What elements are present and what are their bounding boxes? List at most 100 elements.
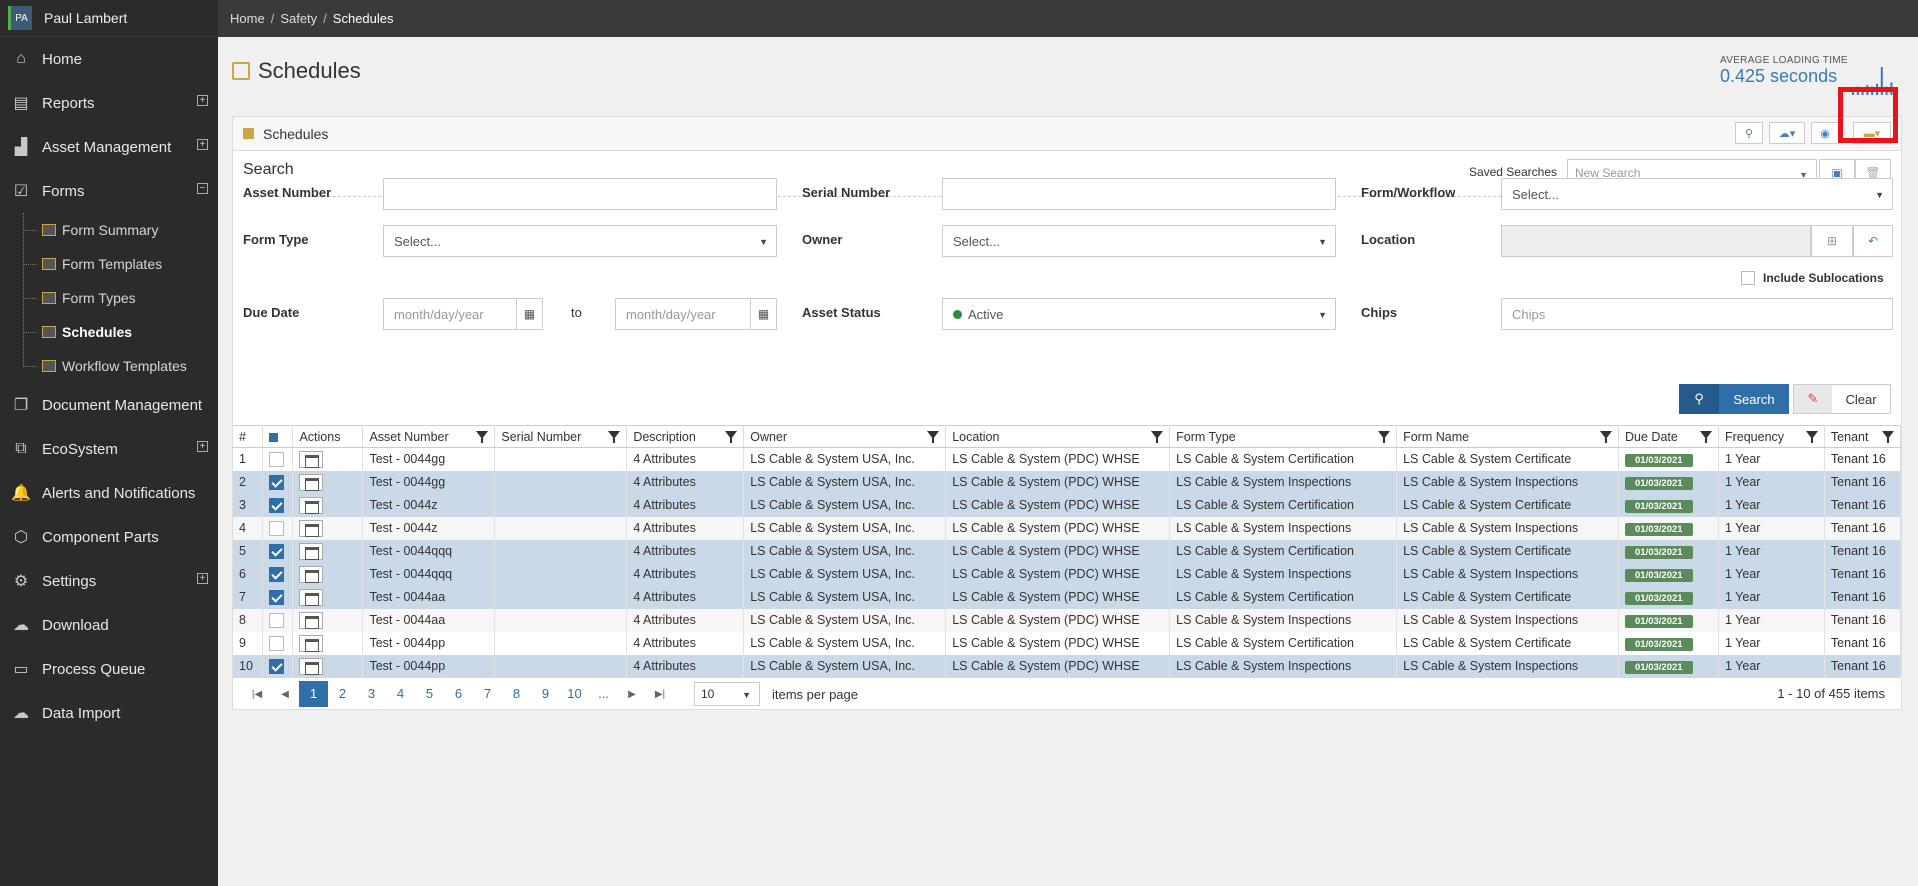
- row-checkbox[interactable]: [269, 451, 285, 467]
- page-size-select[interactable]: 10 ▼: [694, 682, 760, 706]
- location-reset-button[interactable]: ↶: [1853, 225, 1893, 257]
- expand-icon[interactable]: +: [197, 441, 208, 452]
- nav-item-data-import[interactable]: ☁ Data Import: [0, 691, 218, 735]
- row-checkbox[interactable]: [269, 497, 285, 513]
- row-checkbox[interactable]: [269, 658, 285, 674]
- table-row[interactable]: 10 Test - 0044pp 4 Attributes LS Cable & Sy…: [233, 654, 1902, 678]
- expand-icon[interactable]: −: [197, 183, 208, 194]
- page-8[interactable]: 8: [502, 681, 531, 707]
- nav-item-process-queue[interactable]: ▭ Process Queue: [0, 647, 218, 691]
- export-button[interactable]: ☁▾: [1769, 122, 1805, 144]
- column-header[interactable]: Due Date: [1618, 425, 1719, 448]
- column-header[interactable]: Form Type: [1169, 425, 1398, 448]
- expand-icon[interactable]: +: [197, 139, 208, 150]
- last-page-icon[interactable]: ▶|: [646, 689, 674, 700]
- table-row[interactable]: 8 Test - 0044aa 4 Attributes LS Cable & Sys…: [233, 608, 1902, 632]
- owner-select[interactable]: Select... ▼: [942, 225, 1336, 257]
- row-action-icon[interactable]: [299, 542, 324, 560]
- nav-item-forms[interactable]: ☑ Forms −: [0, 169, 218, 213]
- serial-number-input[interactable]: [942, 178, 1336, 210]
- search-button[interactable]: ⚲ Search: [1679, 384, 1789, 414]
- column-header[interactable]: Asset Number: [362, 425, 496, 448]
- row-checkbox[interactable]: [269, 566, 285, 582]
- row-action-icon[interactable]: [299, 519, 324, 537]
- page-7[interactable]: 7: [473, 681, 502, 707]
- row-action-icon[interactable]: [299, 450, 324, 468]
- nav-item-download[interactable]: ☁ Download: [0, 603, 218, 647]
- column-header[interactable]: Tenant: [1824, 425, 1902, 448]
- nav-item-asset-management[interactable]: ▟ Asset Management +: [0, 125, 218, 169]
- search-toggle-button[interactable]: ⚲: [1735, 122, 1763, 144]
- breadcrumb-safety[interactable]: Safety: [280, 11, 317, 26]
- submenu-item-form-summary[interactable]: Form Summary: [23, 213, 218, 247]
- table-row[interactable]: 6 Test - 0044qqq 4 Attributes LS Cable & Sy…: [233, 562, 1902, 586]
- column-header[interactable]: Frequency: [1718, 425, 1825, 448]
- row-checkbox[interactable]: [269, 543, 285, 559]
- first-page-icon[interactable]: |◀: [243, 689, 271, 700]
- next-page-icon[interactable]: ▶: [618, 689, 646, 700]
- filter-icon[interactable]: [1600, 431, 1613, 443]
- filter-icon[interactable]: [476, 431, 489, 443]
- nav-item-reports[interactable]: ▤ Reports +: [0, 81, 218, 125]
- table-row[interactable]: 4 Test - 0044z 4 Attributes LS Cable & Syst…: [233, 516, 1902, 540]
- row-action-icon[interactable]: [299, 657, 324, 675]
- row-action-icon[interactable]: [299, 565, 324, 583]
- page-2[interactable]: 2: [328, 681, 357, 707]
- submenu-item-form-templates[interactable]: Form Templates: [23, 247, 218, 281]
- clear-button[interactable]: ✎ Clear: [1793, 384, 1891, 414]
- user-profile[interactable]: PA Paul Lambert: [0, 0, 218, 37]
- row-checkbox[interactable]: [269, 520, 285, 536]
- row-action-icon[interactable]: [299, 496, 324, 514]
- filter-icon[interactable]: [1151, 431, 1164, 443]
- column-header[interactable]: Serial Number: [494, 425, 628, 448]
- page-6[interactable]: 6: [444, 681, 473, 707]
- table-row[interactable]: 5 Test - 0044qqq 4 Attributes LS Cable & Sy…: [233, 539, 1902, 563]
- row-checkbox[interactable]: [269, 589, 285, 605]
- filter-icon[interactable]: [608, 431, 621, 443]
- table-row[interactable]: 9 Test - 0044pp 4 Attributes LS Cable & Sys…: [233, 631, 1902, 655]
- calendar-icon[interactable]: ▦: [750, 299, 776, 329]
- form-workflow-select[interactable]: Select... ▼: [1501, 178, 1893, 210]
- calendar-icon[interactable]: ▦: [516, 299, 542, 329]
- form-type-select[interactable]: Select... ▼: [383, 225, 777, 257]
- due-date-to-input[interactable]: month/day/year ▦: [615, 298, 777, 330]
- submenu-item-workflow-templates[interactable]: Workflow Templates: [23, 349, 218, 383]
- row-action-icon[interactable]: [299, 634, 324, 652]
- location-tree-button[interactable]: ⊞: [1811, 225, 1853, 257]
- row-action-icon[interactable]: [299, 588, 324, 606]
- row-checkbox[interactable]: [269, 612, 285, 628]
- page-3[interactable]: 3: [357, 681, 386, 707]
- page-1[interactable]: 1: [299, 681, 328, 707]
- select-all-checkbox[interactable]: [262, 425, 294, 448]
- table-row[interactable]: 3 Test - 0044z 4 Attributes LS Cable & Syst…: [233, 493, 1902, 517]
- filter-icon[interactable]: [1699, 431, 1712, 443]
- asset-number-input[interactable]: [383, 178, 777, 210]
- row-checkbox[interactable]: [269, 635, 285, 651]
- nav-item-settings[interactable]: ⚙ Settings +: [0, 559, 218, 603]
- filter-icon[interactable]: [725, 431, 738, 443]
- expand-icon[interactable]: +: [197, 95, 208, 106]
- page-9[interactable]: 9: [531, 681, 560, 707]
- asset-status-select[interactable]: Active ▼: [942, 298, 1336, 330]
- nav-item-ecosystem[interactable]: ⧉ EcoSystem +: [0, 427, 218, 471]
- table-row[interactable]: 1 Test - 0044gg 4 Attributes LS Cable & Sys…: [233, 447, 1902, 471]
- location-input[interactable]: [1501, 225, 1811, 257]
- chips-input[interactable]: Chips: [1501, 298, 1893, 330]
- nav-item-component-parts[interactable]: ⬡ Component Parts: [0, 515, 218, 559]
- column-header[interactable]: Location: [945, 425, 1171, 448]
- table-row[interactable]: 7 Test - 0044aa 4 Attributes LS Cable & Sys…: [233, 585, 1902, 609]
- view-button[interactable]: ◉: [1811, 122, 1839, 144]
- page-more[interactable]: ...: [589, 681, 618, 707]
- filter-icon[interactable]: [927, 431, 940, 443]
- submenu-item-form-types[interactable]: Form Types: [23, 281, 218, 315]
- due-date-from-input[interactable]: month/day/year ▦: [383, 298, 543, 330]
- breadcrumb-home[interactable]: Home: [230, 11, 265, 26]
- table-row[interactable]: 2 Test - 0044gg 4 Attributes LS Cable & Sys…: [233, 470, 1902, 494]
- page-4[interactable]: 4: [386, 681, 415, 707]
- row-action-icon[interactable]: [299, 611, 324, 629]
- prev-page-icon[interactable]: ◀: [271, 689, 299, 700]
- row-checkbox[interactable]: [269, 474, 285, 490]
- expand-icon[interactable]: +: [197, 573, 208, 584]
- nav-item-alerts-and-notifications[interactable]: 🔔 Alerts and Notifications: [0, 471, 218, 515]
- nav-item-home[interactable]: ⌂ Home: [0, 37, 218, 81]
